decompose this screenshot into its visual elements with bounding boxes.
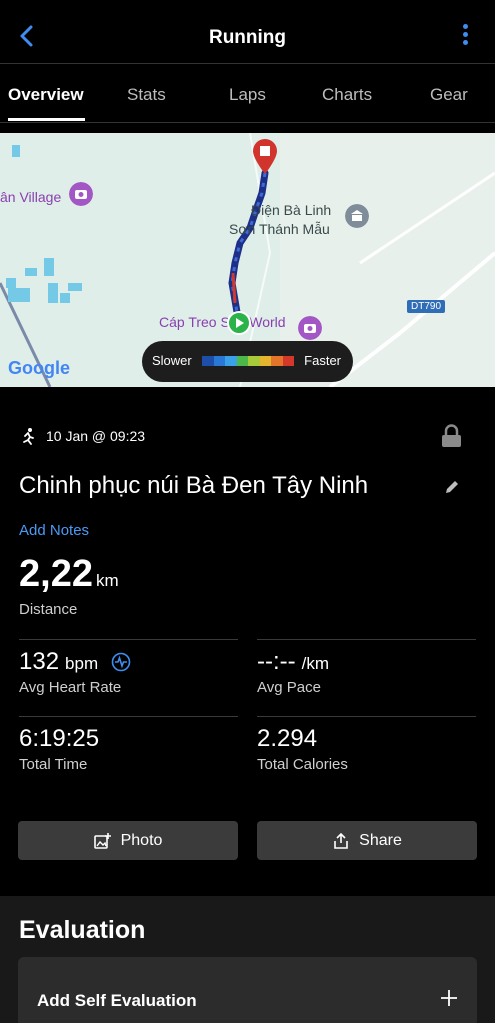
temple-poi-icon[interactable] (345, 204, 369, 228)
map-label-cable-car: Cáp Treo Sun World (159, 314, 286, 330)
add-photo-button[interactable]: Photo (18, 821, 238, 860)
page-title: Running (208, 27, 287, 48)
cable-car-poi-icon[interactable] (298, 316, 322, 340)
tab-charts[interactable]: Charts (322, 85, 372, 105)
pace-color-swatch (236, 356, 248, 366)
share-button[interactable]: Share (257, 821, 477, 860)
running-icon (23, 428, 34, 445)
divider (257, 716, 476, 717)
pace-label: Avg Pace (257, 679, 321, 696)
legend-fast-label: Faster (304, 353, 341, 368)
activity-meta: 10 Jan @ 09:23 (19, 427, 145, 445)
total-calories-label: Total Calories (257, 756, 348, 773)
edit-pencil-icon[interactable] (443, 478, 461, 496)
divider (19, 716, 238, 717)
pace-color-swatch (259, 356, 271, 366)
tab-gear[interactable]: Gear (430, 85, 468, 105)
tab-laps[interactable]: Laps (229, 85, 266, 105)
pace-legend: Slower Faster (142, 341, 353, 382)
legend-slow-label: Slower (152, 353, 192, 368)
tab-stats[interactable]: Stats (127, 85, 166, 105)
pace-color-swatch (248, 356, 260, 366)
plus-icon (441, 990, 457, 1006)
distance-label: Distance (19, 601, 78, 618)
finish-pin-icon (253, 139, 277, 174)
total-time-label: Total Time (19, 756, 88, 773)
heart-rate-zone-icon[interactable] (111, 652, 131, 672)
total-time-value: 6:19:25 (19, 725, 100, 752)
divider (19, 639, 238, 640)
add-notes-link[interactable]: Add Notes (19, 522, 89, 539)
total-calories-value: 2.294 (257, 725, 318, 752)
map-label-temple-2: Sơn Thánh Mẫu (229, 221, 330, 237)
lock-icon[interactable] (441, 424, 462, 448)
tab-overview[interactable]: Overview (8, 85, 84, 105)
pace-color-scale (202, 356, 294, 366)
active-tab-indicator (8, 118, 85, 121)
pace-color-swatch (202, 356, 214, 366)
activity-datetime: 10 Jan @ 09:23 (46, 428, 146, 444)
add-self-evaluation-label: Add Self Evaluation (37, 991, 197, 1010)
add-photo-icon (93, 832, 111, 849)
map-label-village: ân Village (0, 189, 62, 205)
heart-rate-label: Avg Heart Rate (19, 679, 122, 696)
evaluation-section: Evaluation Add Self Evaluation (0, 896, 495, 1023)
road-number-badge: DT790 (407, 300, 446, 313)
heart-rate-value: 132 bpm (19, 648, 131, 676)
pace-color-swatch (225, 356, 237, 366)
evaluation-title: Evaluation (19, 916, 146, 944)
activity-name: Chinh phục núi Bà Đen Tây Ninh (19, 472, 369, 499)
pace-color-swatch (213, 356, 225, 366)
more-options-icon[interactable] (461, 24, 469, 52)
divider (257, 639, 476, 640)
tab-bar: Overview Stats Laps Charts Gear (0, 65, 495, 123)
pace-color-swatch (282, 356, 294, 366)
map-label-temple: Điện Bà Linh (251, 202, 332, 218)
share-label: Share (359, 831, 402, 849)
add-self-evaluation-button[interactable]: Add Self Evaluation (18, 957, 477, 1023)
share-icon (334, 832, 348, 849)
photo-label: Photo (120, 831, 163, 849)
pace-value: --:--/km (257, 648, 330, 675)
village-poi-icon[interactable] (69, 182, 93, 206)
distance-value: 2,22 km (19, 553, 119, 595)
pace-color-swatch (271, 356, 283, 366)
google-attribution: Google (8, 358, 70, 378)
app-header: Running (0, 0, 495, 64)
start-marker-icon (227, 311, 251, 335)
route-map[interactable]: ân Village Điện Bà Linh Sơn Thánh Mẫu Cá… (0, 133, 495, 387)
